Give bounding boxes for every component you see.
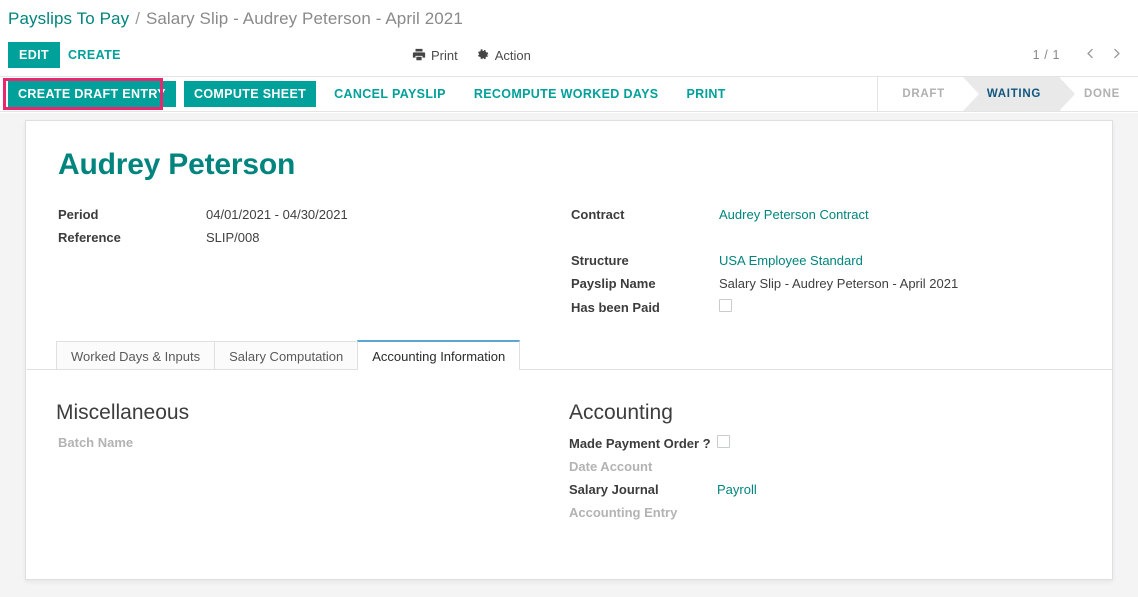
chevron-right-icon [1110,47,1123,63]
pager-previous-button[interactable] [1078,43,1102,67]
field-date-account: Date Account [569,459,717,474]
cancel-payslip-button[interactable]: CANCEL PAYSLIP [324,81,456,107]
field-accounting-entry: Accounting Entry [569,505,717,520]
status-bar: CREATE DRAFT ENTRY COMPUTE SHEET CANCEL … [0,76,1138,112]
made-payment-order-checkbox[interactable] [717,435,730,448]
stage-waiting[interactable]: WAITING [962,77,1076,111]
breadcrumb: Payslips To Pay / Salary Slip - Audrey P… [0,0,1138,38]
tabs-divider [27,369,1113,370]
odoo-payslip-form: Payslips To Pay / Salary Slip - Audrey P… [0,0,1138,597]
field-payslip-name-value: Salary Slip - Audrey Peterson - April 20… [719,276,959,291]
group-title-accounting: Accounting [569,401,673,424]
pager-count: 1 / 1 [1032,48,1060,62]
chevron-left-icon [1084,47,1097,63]
gear-icon [476,48,490,62]
pager: 1 / 1 [1033,42,1128,68]
compute-sheet-button[interactable]: COMPUTE SHEET [183,81,317,107]
field-batch-name: Batch Name [58,435,206,450]
tab-worked-days-inputs[interactable]: Worked Days & Inputs [56,341,216,370]
tab-accounting-information[interactable]: Accounting Information [357,340,521,370]
statusbar-stages: DRAFT WAITING DONE [877,77,1138,111]
field-contract-label: Contract [571,207,625,222]
field-payslip-name-label: Payslip Name [571,276,656,291]
field-period-label: Period [58,207,99,222]
print-button[interactable]: PRINT [677,81,736,107]
record-sheet: Audrey Peterson Period 04/01/2021 - 04/3… [25,120,1113,580]
field-made-payment-order-label: Made Payment Order ? [569,436,711,451]
field-salary-journal-value[interactable]: Payroll [717,482,757,497]
field-payslip-name: Payslip Name Salary Slip - Audrey Peters… [571,276,958,291]
field-has-been-paid: Has been Paid [571,299,732,315]
create-draft-entry-button[interactable]: CREATE DRAFT ENTRY [8,81,176,107]
group-title-miscellaneous: Miscellaneous [56,401,190,424]
pager-next-button[interactable] [1104,43,1128,67]
print-menu[interactable]: Print [412,48,458,63]
field-period: Period 04/01/2021 - 04/30/2021 [58,207,348,222]
field-reference: Reference SLIP/008 [58,230,260,245]
notebook-tabs: Worked Days & Inputs Salary Computation … [56,340,521,370]
field-structure: Structure USA Employee Standard [571,253,863,268]
edit-button[interactable]: EDIT [8,42,61,68]
breadcrumb-separator: / [135,9,140,28]
field-period-value: 04/01/2021 - 04/30/2021 [206,207,348,222]
page-title: Audrey Peterson [58,148,296,181]
field-structure-value[interactable]: USA Employee Standard [719,253,863,268]
action-menu[interactable]: Action [476,48,531,63]
field-batch-name-label: Batch Name [58,435,134,450]
field-reference-value: SLIP/008 [206,230,260,245]
field-accounting-entry-label: Accounting Entry [569,505,678,520]
field-salary-journal: Salary Journal Payroll [569,482,757,497]
field-date-account-label: Date Account [569,459,653,474]
action-label: Action [494,47,531,63]
has-been-paid-checkbox[interactable] [719,299,732,312]
tab-salary-computation[interactable]: Salary Computation [214,341,359,370]
recompute-worked-days-button[interactable]: RECOMPUTE WORKED DAYS [464,81,669,107]
workflow-buttons: CREATE DRAFT ENTRY COMPUTE SHEET CANCEL … [0,77,736,111]
field-reference-label: Reference [58,230,121,245]
field-contract-value[interactable]: Audrey Peterson Contract [719,207,869,222]
field-salary-journal-label: Salary Journal [569,482,659,497]
field-contract: Contract Audrey Peterson Contract [571,207,869,222]
breadcrumb-current: Salary Slip - Audrey Peterson - April 20… [145,9,463,28]
control-panel-actions: Print Action [412,42,531,68]
field-made-payment-order: Made Payment Order ? [569,435,730,451]
create-button[interactable]: CREATE [62,42,127,68]
print-label: Print [431,47,458,63]
control-panel: EDIT CREATE Print Action 1 / 1 [0,38,1138,72]
field-has-been-paid-label: Has been Paid [571,300,660,315]
field-structure-label: Structure [571,253,629,268]
printer-icon [412,48,426,62]
stage-draft[interactable]: DRAFT [878,77,963,111]
breadcrumb-root-link[interactable]: Payslips To Pay [8,9,129,29]
